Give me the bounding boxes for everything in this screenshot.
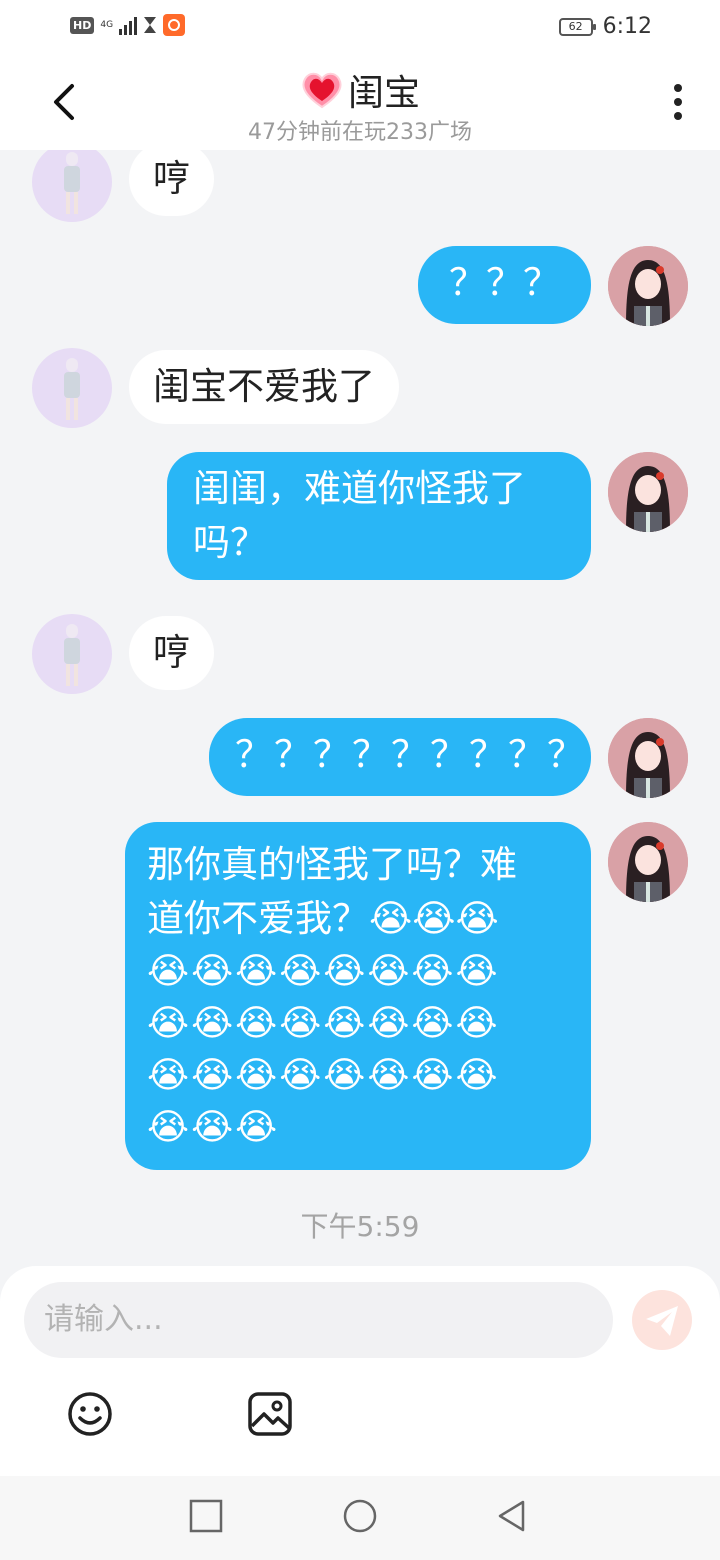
incoming-message-bubble[interactable]: 哼 [129, 616, 214, 690]
status-icons-right: 62 6:12 [558, 14, 652, 39]
incoming-message-bubble[interactable]: 闺宝不爱我了 [129, 350, 399, 424]
outgoing-message-bubble[interactable]: ？？？？？？？？？ [209, 718, 591, 796]
user-avatar[interactable] [608, 718, 688, 798]
message-list[interactable]: 哼 ？？？ 闺宝不爱我了 闺闺，难道你怪我了 吗？ 哼 ？？？？？？？？？ 那你… [0, 150, 720, 1265]
user-avatar[interactable] [608, 246, 688, 326]
recents-square-icon[interactable] [188, 1498, 224, 1534]
contact-avatar[interactable] [32, 614, 112, 694]
send-button[interactable] [632, 1290, 692, 1350]
outgoing-message-bubble[interactable]: 那你真的怪我了吗？难 道你不爱我？😭😭😭 😭😭😭😭😭😭😭😭 😭😭😭😭😭😭😭😭 😭… [125, 822, 591, 1170]
outgoing-message-bubble[interactable]: 闺闺，难道你怪我了 吗？ [167, 452, 591, 580]
smiley-icon[interactable] [66, 1390, 114, 1438]
status-bar: HD 4G 62 6:12 [0, 0, 720, 56]
home-circle-icon[interactable] [342, 1498, 378, 1534]
clock: 6:12 [602, 14, 652, 39]
message-input[interactable]: 请输入... [24, 1282, 613, 1358]
contact-name: 闺宝 [347, 73, 420, 114]
system-nav-bar [0, 1476, 720, 1560]
outgoing-message-bubble[interactable]: ？？？ [418, 246, 591, 324]
message-timestamp: 下午5:59 [300, 1210, 420, 1243]
chat-title[interactable]: 闺宝 [0, 64, 720, 116]
hourglass-icon [144, 17, 157, 33]
back-triangle-icon[interactable] [494, 1498, 530, 1534]
send-plane-icon [646, 1306, 678, 1336]
app-notification-icon [163, 14, 186, 36]
incoming-message-bubble[interactable]: 哼 [129, 150, 214, 216]
status-icons-left: HD 4G [70, 14, 186, 36]
heart-icon [302, 72, 342, 109]
hd-badge: HD [70, 16, 95, 34]
chat-header: 闺宝 47分钟前在玩233广场 [0, 56, 720, 150]
user-avatar[interactable] [608, 452, 688, 532]
more-vertical-icon[interactable] [672, 82, 684, 122]
battery-icon: 62 [558, 17, 596, 36]
input-panel: 请输入... [0, 1266, 720, 1476]
signal-icon [119, 15, 138, 35]
user-avatar[interactable] [608, 822, 688, 902]
image-icon[interactable] [246, 1390, 294, 1438]
contact-status: 47分钟前在玩233广场 [248, 120, 472, 145]
network-type: 4G [100, 19, 114, 30]
contact-avatar[interactable] [32, 348, 112, 428]
contact-avatar[interactable] [32, 150, 112, 222]
